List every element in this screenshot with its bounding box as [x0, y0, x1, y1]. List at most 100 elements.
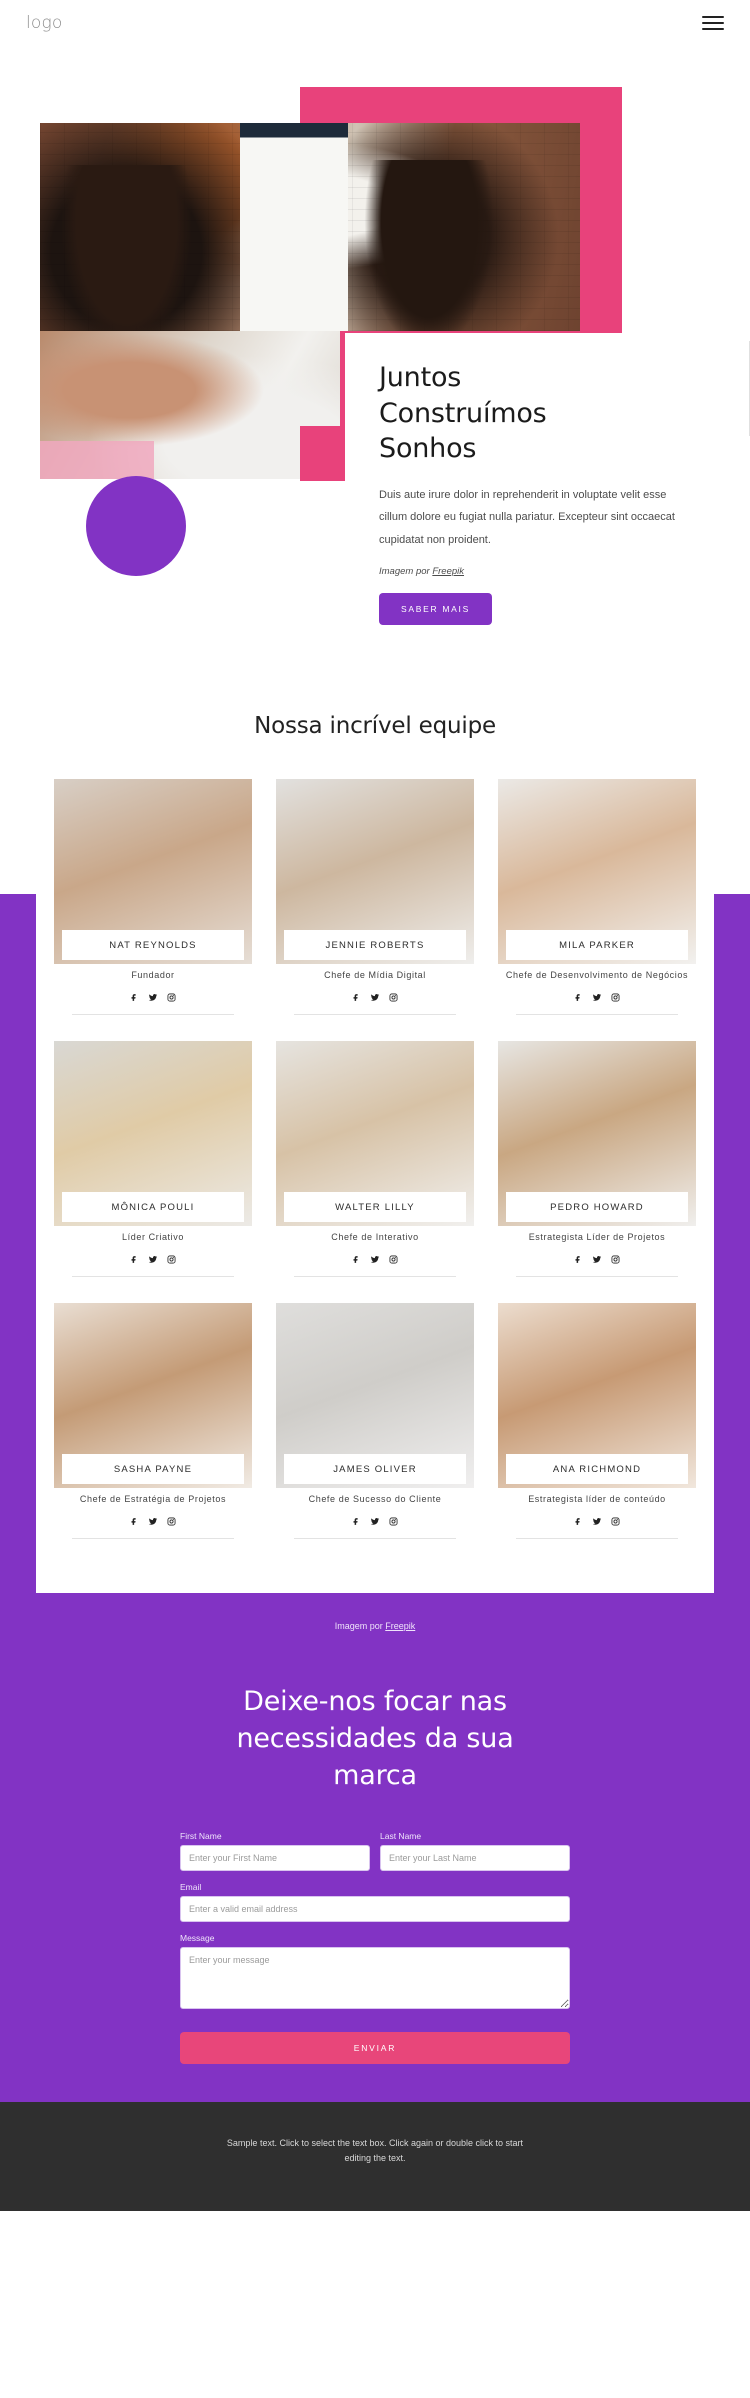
twitter-icon[interactable] — [370, 993, 380, 1002]
hero-title: Juntos Construímos Sonhos — [379, 360, 676, 467]
saber-mais-button[interactable]: SABER MAIS — [379, 592, 492, 625]
facebook-icon[interactable] — [130, 1517, 139, 1526]
hero-photo-person-right — [364, 160, 494, 331]
twitter-icon[interactable] — [370, 1517, 380, 1526]
team-member-name: SASHA PAYNE — [113, 1463, 193, 1475]
team-member-role: Chefe de Sucesso do Cliente — [308, 1493, 442, 1504]
twitter-icon[interactable] — [148, 1517, 158, 1526]
facebook-icon[interactable] — [352, 993, 361, 1002]
team-member-name-plate: ANA RICHMOND — [506, 1453, 688, 1484]
facebook-icon[interactable] — [352, 1255, 361, 1264]
team-member-socials — [498, 993, 696, 1002]
facebook-icon[interactable] — [574, 993, 583, 1002]
team-member-card: MÔNICA POULI Líder Criativo — [54, 1040, 252, 1295]
hamburger-bar — [702, 16, 724, 18]
first-name-field-wrap: First Name — [180, 1831, 370, 1871]
team-member-divider — [516, 1013, 678, 1015]
last-name-label: Last Name — [380, 1830, 422, 1841]
team-member-socials — [54, 993, 252, 1002]
team-member-role: Chefe de Estratégia de Projetos — [79, 1493, 227, 1504]
instagram-icon[interactable] — [611, 1255, 620, 1264]
team-member-name-plate: NAT REYNOLDS — [62, 930, 244, 960]
team-member-socials — [276, 993, 474, 1002]
hero-photo-main — [40, 123, 580, 331]
instagram-icon[interactable] — [389, 993, 398, 1002]
message-label: Message — [180, 1932, 215, 1943]
facebook-icon[interactable] — [352, 1517, 361, 1526]
team-member-name: WALTER LILLY — [335, 1201, 415, 1213]
team-member-socials — [276, 1517, 474, 1526]
team-member-card: ANA RICHMOND Estrategista líder de conteú… — [498, 1302, 696, 1557]
hamburger-icon[interactable] — [702, 16, 724, 30]
team-member-divider — [72, 1275, 234, 1277]
team-member-name: ANA RICHMOND — [552, 1463, 642, 1475]
hero-photo-person-left — [61, 164, 192, 331]
team-member-socials — [498, 1255, 696, 1264]
twitter-icon[interactable] — [148, 993, 158, 1002]
hero-section: Juntos Construímos Sonhos Duis aute irur… — [0, 46, 750, 691]
cta-heading: Deixe-nos focar nas necessidades da sua … — [236, 1685, 514, 1792]
team-member-name-plate: PEDRO HOWARD — [506, 1191, 688, 1222]
last-name-input[interactable] — [380, 1844, 570, 1871]
email-label: Email — [180, 1881, 202, 1892]
team-member-role: Chefe de Interativo — [331, 1231, 419, 1242]
hero-photo-lower-accent — [40, 440, 154, 479]
facebook-icon[interactable] — [130, 993, 139, 1002]
team-member-socials — [54, 1255, 252, 1264]
first-name-label: First Name — [180, 1830, 222, 1841]
team-member-role: Chefe de Desenvolvimento de Negócios — [505, 970, 689, 980]
facebook-icon[interactable] — [574, 1517, 583, 1526]
team-card-container: NAT REYNOLDS Fundador JENNIE ROBERTS Chefe … — [36, 779, 714, 1593]
team-member-role: Líder Criativo — [122, 1231, 184, 1242]
facebook-icon[interactable] — [130, 1255, 139, 1264]
footer-text: Sample text. Click to select the text bo… — [226, 2137, 524, 2164]
hero-purple-circle — [86, 476, 186, 576]
hero-title-line-1: Juntos — [379, 362, 462, 393]
instagram-icon[interactable] — [167, 993, 176, 1002]
team-member-card: PEDRO HOWARD Estrategista Líder de Projet… — [498, 1040, 696, 1295]
team-member-divider — [72, 1537, 234, 1539]
team-section: NAT REYNOLDS Fundador JENNIE ROBERTS Chefe … — [0, 779, 750, 1784]
twitter-icon[interactable] — [592, 1255, 602, 1264]
cta-credit-prefix: Imagem por — [334, 1620, 386, 1631]
message-textarea[interactable] — [180, 1946, 570, 2009]
first-name-input[interactable] — [180, 1844, 370, 1871]
team-member-name: JAMES OLIVER — [333, 1463, 417, 1475]
team-member-socials — [276, 1255, 474, 1264]
team-member-divider — [294, 1537, 456, 1539]
team-member-divider — [72, 1013, 234, 1015]
team-member-name: MÔNICA POULI — [111, 1201, 195, 1213]
cta-credit-link[interactable]: Freepik — [385, 1621, 415, 1631]
email-input[interactable] — [180, 1895, 570, 1922]
site-header: logo — [0, 0, 750, 46]
instagram-icon[interactable] — [167, 1255, 176, 1264]
team-member-card: WALTER LILLY Chefe de Interativo — [276, 1040, 474, 1295]
enviar-submit-button[interactable]: ENVIAR — [180, 2031, 570, 2064]
team-member-role: Chefe de Mídia Digital — [324, 970, 426, 980]
instagram-icon[interactable] — [611, 1517, 620, 1526]
hamburger-bar — [702, 28, 724, 30]
team-member-name: PEDRO HOWARD — [550, 1201, 644, 1213]
instagram-icon[interactable] — [389, 1517, 398, 1526]
team-member-name-plate: SASHA PAYNE — [62, 1453, 244, 1484]
twitter-icon[interactable] — [370, 1255, 380, 1264]
team-member-card: NAT REYNOLDS Fundador — [54, 779, 252, 1033]
twitter-icon[interactable] — [592, 1517, 602, 1526]
instagram-icon[interactable] — [389, 1255, 398, 1264]
hamburger-bar — [702, 22, 724, 24]
twitter-icon[interactable] — [592, 993, 602, 1002]
team-member-name-plate: WALTER LILLY — [284, 1191, 466, 1222]
team-member-name: JENNIE ROBERTS — [325, 940, 425, 951]
team-member-role: Fundador — [131, 970, 175, 980]
team-section-title: Nossa incrível equipe — [254, 713, 496, 739]
twitter-icon[interactable] — [148, 1255, 158, 1264]
cta-image-credit: Imagem por Freepik — [0, 1599, 750, 1631]
team-member-divider — [294, 1013, 456, 1015]
hero-credit-link[interactable]: Freepik — [432, 566, 464, 577]
team-member-divider — [516, 1537, 678, 1539]
instagram-icon[interactable] — [167, 1517, 176, 1526]
facebook-icon[interactable] — [574, 1255, 583, 1264]
logo[interactable]: logo — [26, 13, 63, 33]
team-member-card: JAMES OLIVER Chefe de Sucesso do Cliente — [276, 1302, 474, 1557]
instagram-icon[interactable] — [611, 993, 620, 1002]
